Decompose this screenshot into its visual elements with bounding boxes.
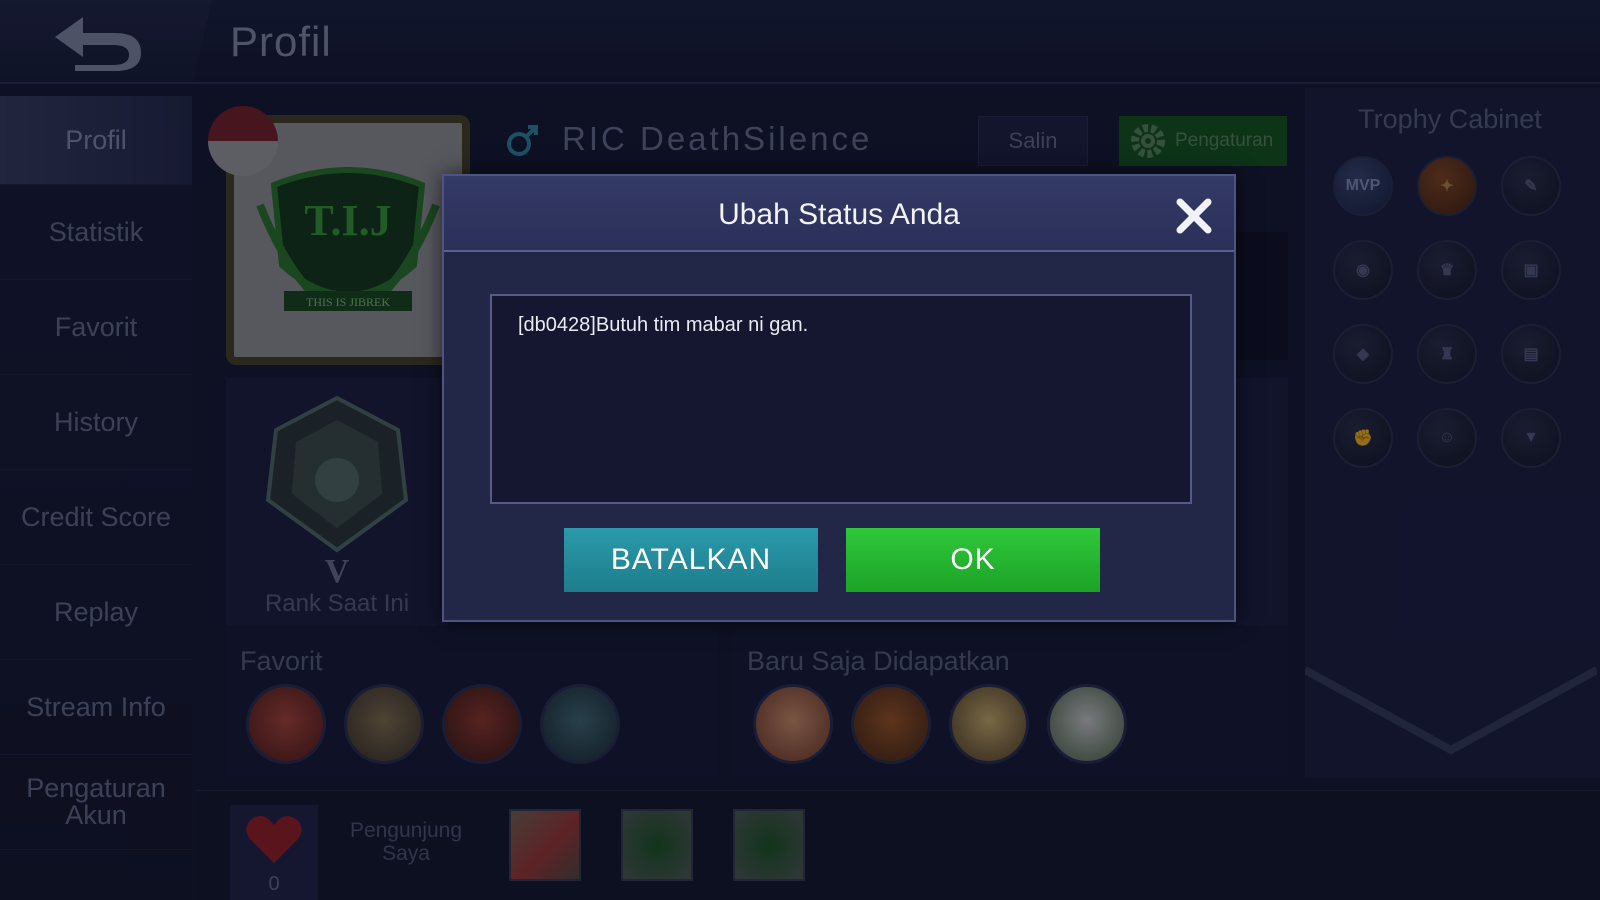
- ok-button[interactable]: OK: [846, 528, 1100, 592]
- change-status-dialog: Ubah Status Anda [db0428]Butuh tim mabar…: [442, 174, 1236, 622]
- dialog-header: Ubah Status Anda: [444, 176, 1234, 252]
- close-button[interactable]: [1172, 194, 1216, 238]
- status-input[interactable]: [db0428]Butuh tim mabar ni gan.: [490, 294, 1192, 504]
- cancel-button[interactable]: BATALKAN: [564, 528, 818, 592]
- close-icon: [1176, 198, 1212, 234]
- dialog-title: Ubah Status Anda: [718, 198, 960, 231]
